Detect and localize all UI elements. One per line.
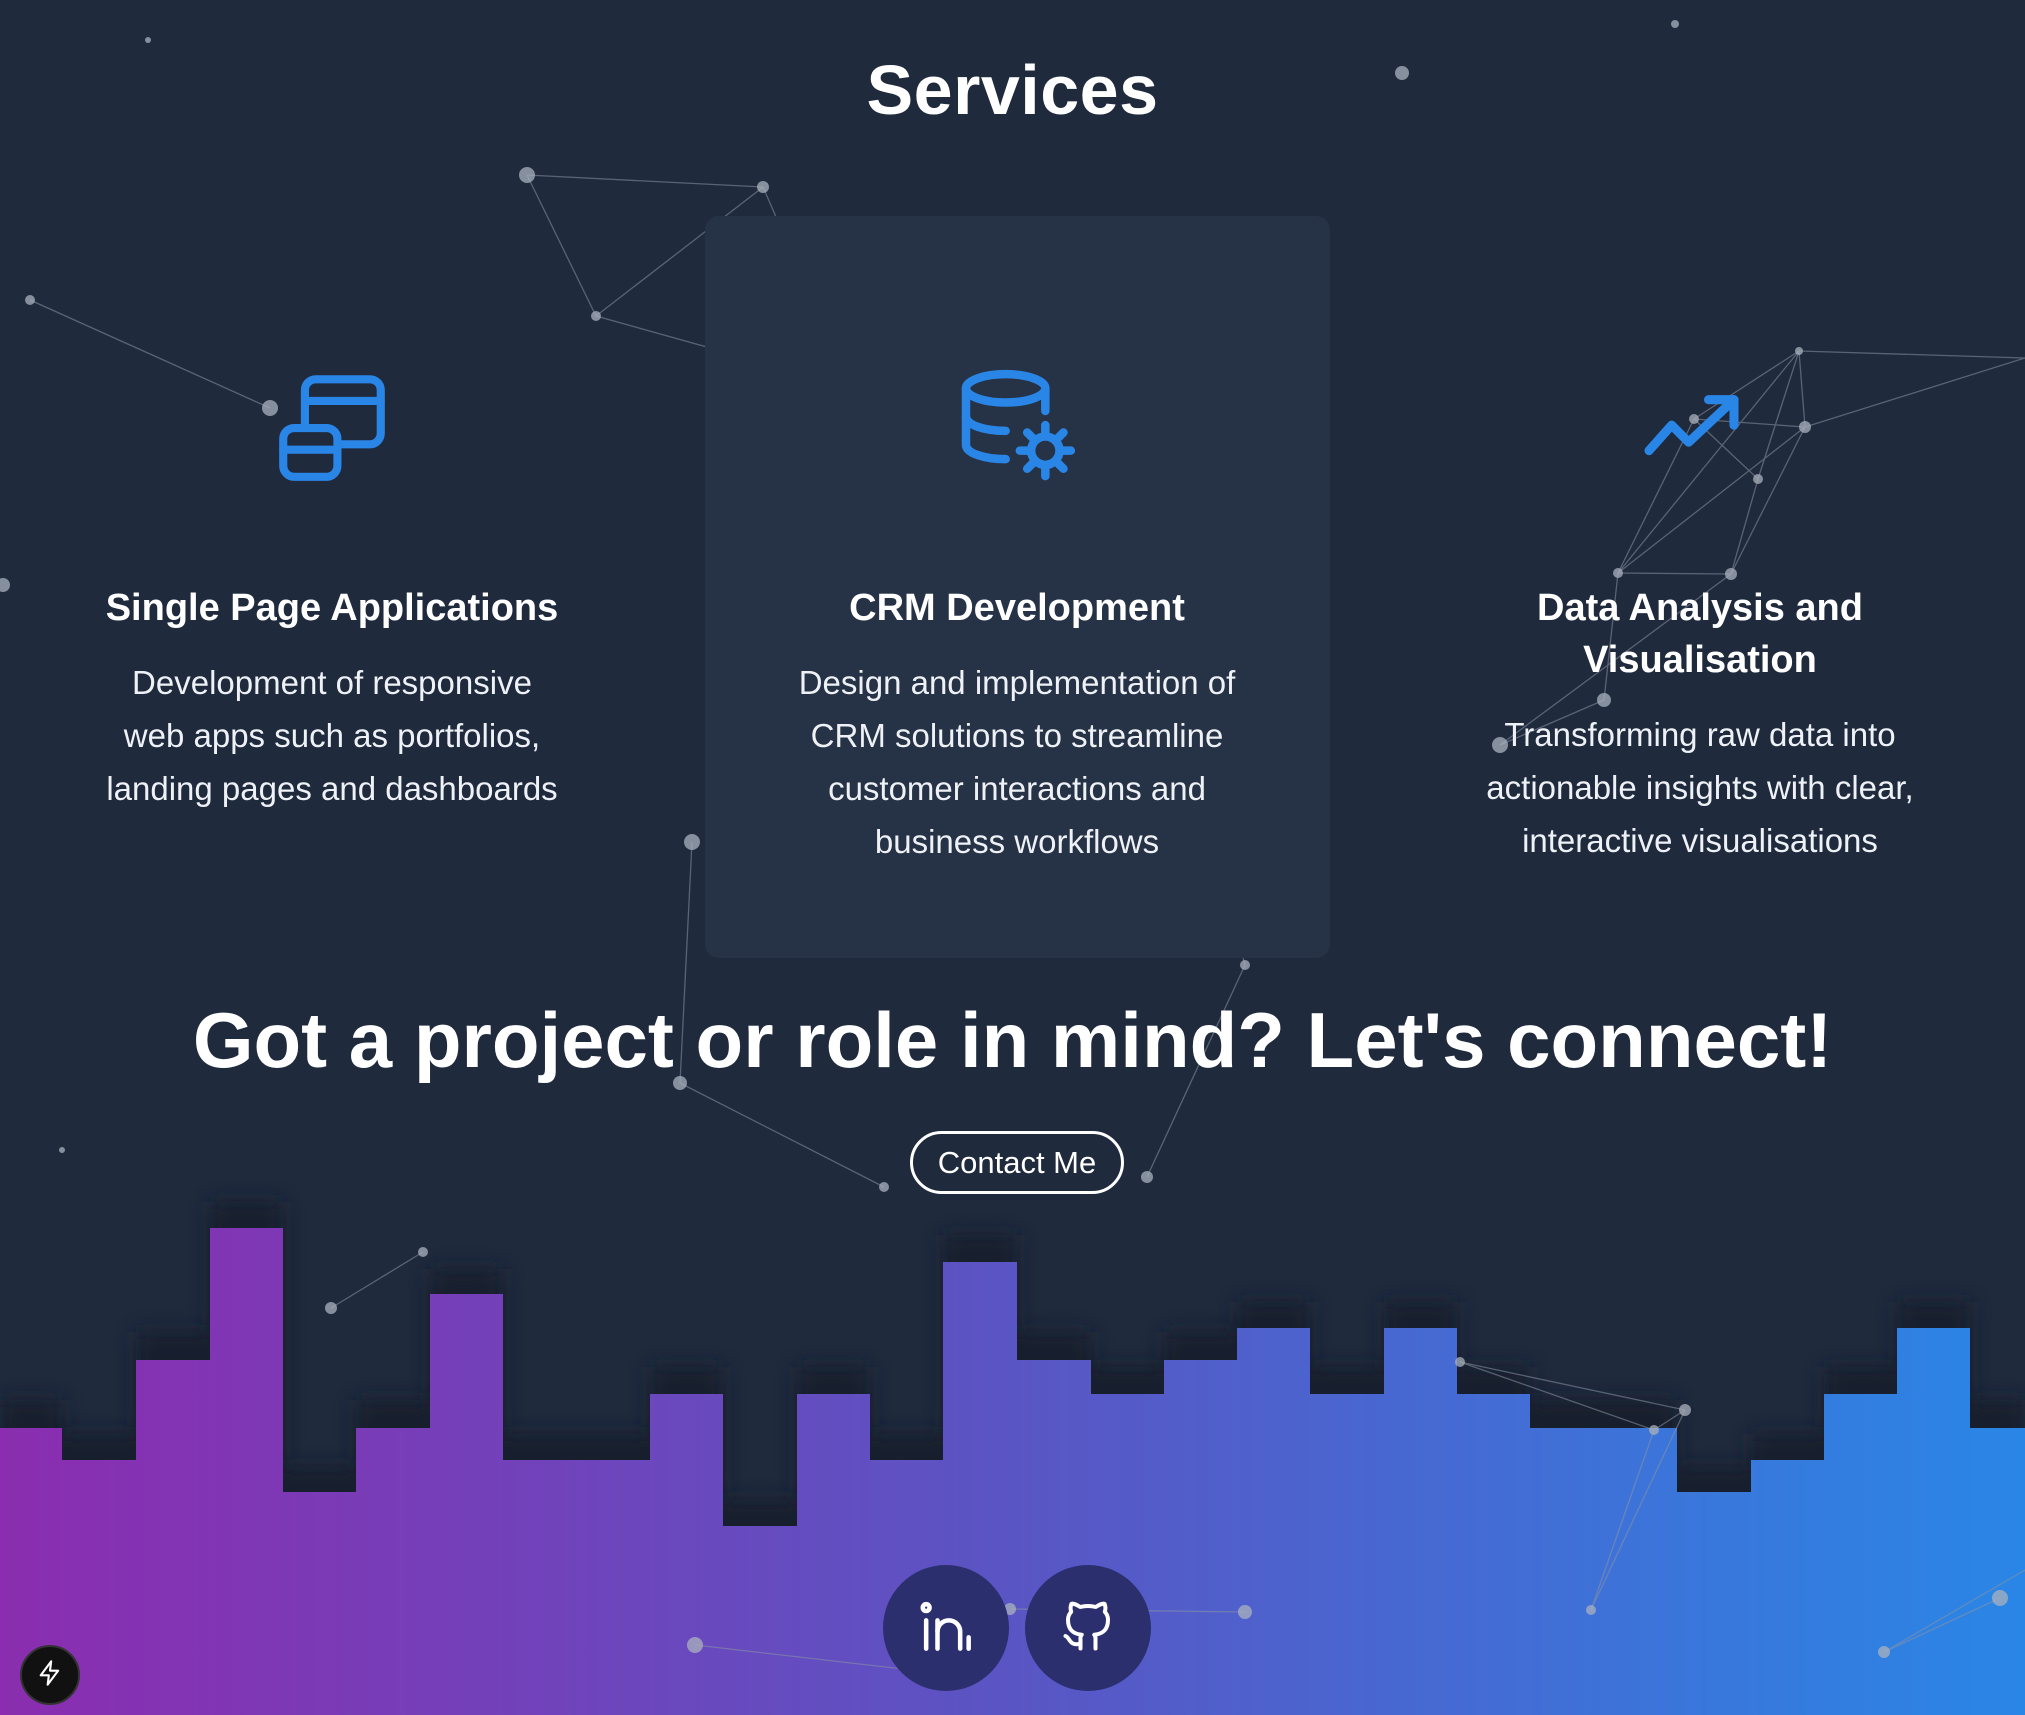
linkedin-link[interactable] <box>883 1565 1009 1691</box>
description-line: interactive visualisations <box>1522 822 1878 859</box>
service-card-crm: CRM Development Design and implementatio… <box>737 360 1297 868</box>
services-title: Services <box>866 51 1159 129</box>
service-description: Transforming raw data into actionable in… <box>1420 708 1980 867</box>
service-description: Development of responsive web apps such … <box>52 656 612 815</box>
service-title: CRM Development <box>849 587 1185 629</box>
service-card-spa: Single Page Applications Development of … <box>52 360 612 815</box>
cta-title: Got a project or role in mind? Let's con… <box>192 996 1833 1084</box>
description-line: Transforming raw data into <box>1504 716 1896 753</box>
service-description: Design and implementation of CRM solutio… <box>737 656 1297 868</box>
description-line: Development of responsive <box>132 664 532 701</box>
lightning-icon <box>36 1659 64 1692</box>
description-line: Design and implementation of <box>798 664 1236 701</box>
browser-windows-icon <box>267 363 397 498</box>
database-gear-icon <box>949 360 1085 501</box>
description-line: customer interactions and <box>828 770 1206 807</box>
github-link[interactable] <box>1025 1565 1151 1691</box>
corner-badge[interactable] <box>20 1645 80 1705</box>
description-line: web apps such as portfolios, <box>123 717 541 754</box>
contact-me-button[interactable]: Contact Me <box>910 1131 1124 1194</box>
service-title: Single Page Applications <box>105 587 559 629</box>
linkedin-icon <box>912 1592 980 1665</box>
trending-up-icon <box>1632 360 1768 501</box>
service-card-data-analysis: Data Analysis and Visualisation Transfor… <box>1420 360 1980 867</box>
description-line: actionable insights with clear, <box>1486 769 1914 806</box>
service-title: Data Analysis and Visualisation <box>1537 587 1863 681</box>
github-icon <box>1058 1596 1118 1661</box>
description-line: CRM solutions to streamline <box>810 717 1224 754</box>
description-line: landing pages and dashboards <box>106 770 558 807</box>
description-line: business workflows <box>874 823 1160 860</box>
